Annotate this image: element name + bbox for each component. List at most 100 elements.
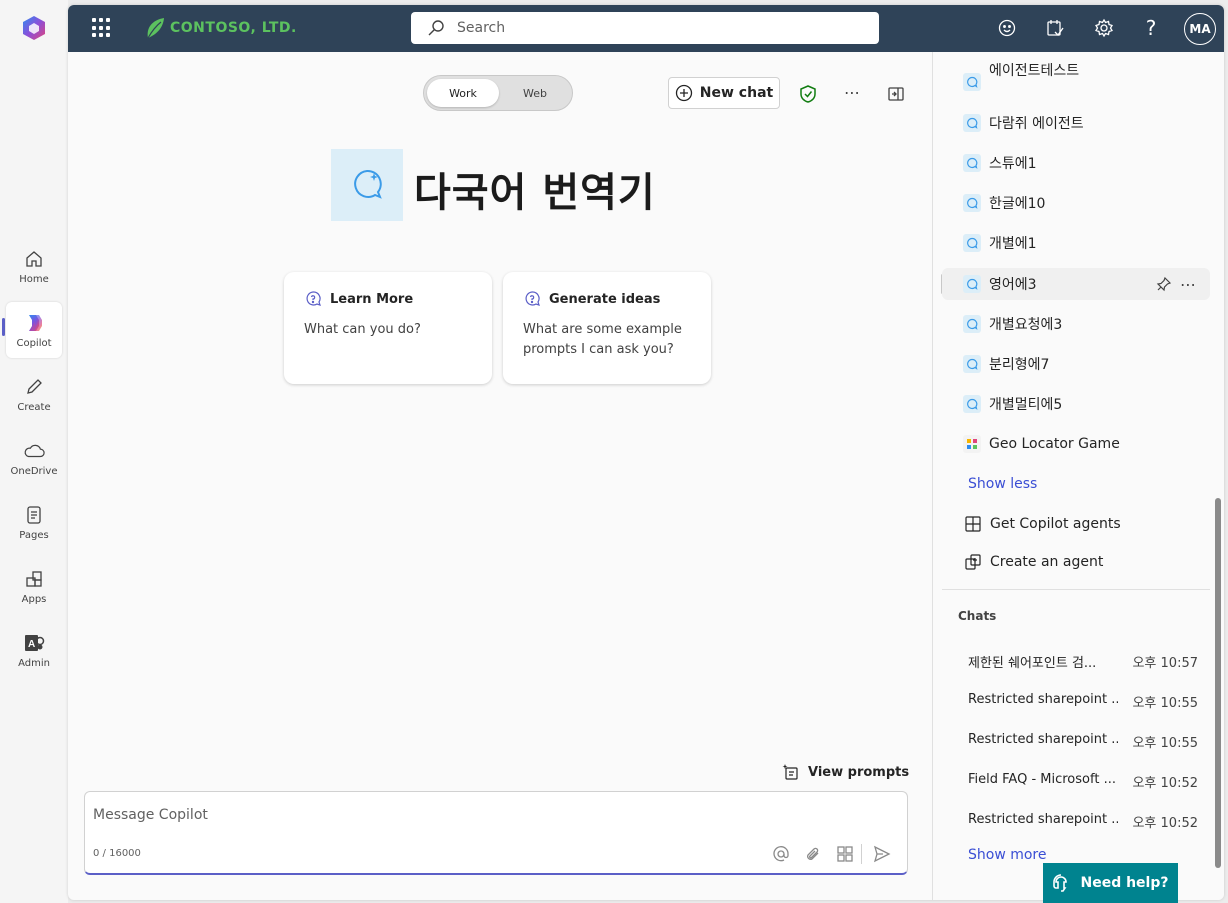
new-chat-label: New chat (699, 85, 774, 101)
help-headset-icon (1053, 874, 1068, 892)
need-help-button[interactable]: Need help? (1043, 863, 1178, 903)
view-prompts-button[interactable]: View prompts (782, 763, 909, 781)
toggle-work[interactable]: Work (427, 79, 499, 107)
app-launcher-icon[interactable] (92, 18, 112, 38)
agent-item[interactable]: 개별멀티에5 (942, 388, 1210, 420)
feedback-smiley-icon[interactable] (994, 15, 1020, 41)
agent-item[interactable]: 에이전트테스트 (942, 63, 1210, 98)
agent-item[interactable]: Geo Locator Game (942, 428, 1210, 460)
agent-label: 분리형에7 (989, 357, 1050, 373)
suggestion-card-learn-more[interactable]: Learn More What can you do? (284, 272, 492, 384)
chat-title: Restricted sharepoint ... (968, 692, 1118, 707)
rail-admin[interactable]: A Admin (6, 622, 62, 678)
chat-title: Restricted sharepoint ... (968, 812, 1118, 827)
attach-paperclip-icon[interactable] (803, 844, 823, 864)
settings-gear-icon[interactable] (1091, 15, 1117, 41)
suggestion-card-generate-ideas[interactable]: Generate ideas What are some example pro… (503, 272, 711, 384)
agent-label: 한글에10 (989, 196, 1046, 212)
apps-grid-icon[interactable] (835, 844, 855, 864)
agent-label: 에이전트테스트 (989, 63, 1080, 79)
char-counter: 0 / 16000 (93, 848, 141, 859)
agent-chat-icon (331, 149, 403, 221)
more-options-icon[interactable]: ⋯ (1180, 275, 1197, 294)
agent-item[interactable]: 개별요청에3 (942, 308, 1210, 340)
agent-label: 개별에1 (989, 236, 1037, 252)
rail-copilot[interactable]: Copilot (6, 302, 62, 358)
panel-divider (942, 589, 1210, 590)
home-icon (23, 248, 45, 270)
pin-icon[interactable] (1155, 275, 1173, 293)
chat-row[interactable]: Restricted sharepoint ... 오후 10:55 (968, 692, 1208, 714)
agent-item[interactable]: 한글에10 (942, 187, 1210, 219)
message-input[interactable]: Message Copilot 0 / 16000 (84, 791, 908, 875)
brand-logo[interactable]: CONTOSO, LTD. (144, 16, 297, 40)
toggle-web[interactable]: Web (499, 79, 571, 107)
plus-chat-icon (675, 84, 692, 102)
user-avatar[interactable]: MA (1184, 13, 1216, 45)
chat-row[interactable]: Restricted sharepoint ... 오후 10:55 (968, 732, 1208, 754)
more-options-icon[interactable]: ⋯ (841, 81, 863, 103)
rail-copilot-label: Copilot (16, 337, 52, 349)
shield-check-icon[interactable] (797, 83, 819, 105)
rail-apps[interactable]: Apps (6, 558, 62, 614)
agent-icon (963, 275, 981, 293)
search-icon (428, 20, 444, 36)
rail-onedrive[interactable]: OneDrive (6, 430, 62, 486)
show-more-link[interactable]: Show more (968, 847, 1047, 863)
agent-icon (963, 194, 981, 212)
chat-time: 오후 10:52 (1132, 776, 1198, 791)
create-agent-button[interactable]: Create an agent (964, 553, 1103, 571)
get-agents-label: Get Copilot agents (990, 516, 1121, 532)
rail-home[interactable]: Home (6, 238, 62, 294)
toolbar-divider (861, 844, 862, 864)
search-placeholder: Search (457, 20, 506, 36)
rail-active-indicator (2, 318, 5, 336)
agent-icon (963, 315, 981, 333)
agent-icon (963, 234, 981, 252)
work-web-toggle[interactable]: Work Web (423, 75, 573, 111)
question-bubble-icon (306, 291, 321, 306)
message-placeholder: Message Copilot (93, 807, 208, 823)
rail-home-label: Home (19, 273, 49, 285)
rail-create[interactable]: Create (6, 366, 62, 422)
chat-row[interactable]: 제한된 쉐어포인트 검... 오후 10:57 (968, 652, 1208, 674)
apps-icon (23, 568, 45, 590)
agent-item[interactable]: 다람쥐 에이전트 (942, 107, 1210, 139)
agent-item-hovered[interactable]: 영어에3 ⋯ (942, 268, 1210, 300)
admin-icon: A (23, 632, 45, 654)
agent-item[interactable]: 개별에1 (942, 227, 1210, 259)
prompts-sparkle-icon (782, 764, 798, 780)
copilot-icon (23, 312, 45, 334)
collapse-panel-icon[interactable] (885, 83, 907, 105)
cloud-icon (23, 440, 45, 462)
game-grid-icon (963, 435, 981, 453)
top-bar: CONTOSO, LTD. Search ? MA (68, 5, 1224, 52)
search-box[interactable]: Search (411, 12, 879, 44)
panel-scrollbar[interactable] (1215, 498, 1221, 868)
agent-item[interactable]: 분리형에7 (942, 348, 1210, 380)
pencil-icon (23, 376, 45, 398)
get-copilot-agents-button[interactable]: Get Copilot agents (964, 515, 1121, 533)
show-less-link[interactable]: Show less (968, 476, 1037, 492)
chat-row[interactable]: Restricted sharepoint ... 오후 10:52 (968, 812, 1208, 834)
create-agent-icon (965, 554, 981, 570)
agent-label: 스튜에1 (989, 156, 1037, 172)
my-day-icon[interactable] (1042, 15, 1068, 41)
help-question-icon[interactable]: ? (1138, 15, 1164, 41)
m365-logo-icon[interactable] (20, 14, 48, 42)
send-icon[interactable] (872, 844, 892, 864)
mention-at-icon[interactable] (771, 844, 791, 864)
rail-pages[interactable]: Pages (6, 494, 62, 550)
agents-chats-panel: 에이전트테스트 다람쥐 에이전트 스튜에1 한글에10 개별에1 영어에3 ⋯ … (932, 52, 1224, 900)
chat-row[interactable]: Field FAQ - Microsoft ... 오후 10:52 (968, 772, 1208, 794)
main-frame: CONTOSO, LTD. Search ? MA Work Web New c… (68, 5, 1224, 900)
new-chat-button[interactable]: New chat (668, 77, 780, 109)
chat-title: Field FAQ - Microsoft ... (968, 772, 1116, 787)
card-body: What can you do? (304, 322, 421, 337)
need-help-label: Need help? (1080, 875, 1169, 891)
card-body: What are some example prompts I can ask … (523, 322, 682, 357)
brand-name: CONTOSO, LTD. (170, 20, 297, 36)
chat-title: 제한된 쉐어포인트 검... (968, 656, 1097, 671)
agent-icon (963, 73, 981, 91)
agent-item[interactable]: 스튜에1 (942, 147, 1210, 179)
